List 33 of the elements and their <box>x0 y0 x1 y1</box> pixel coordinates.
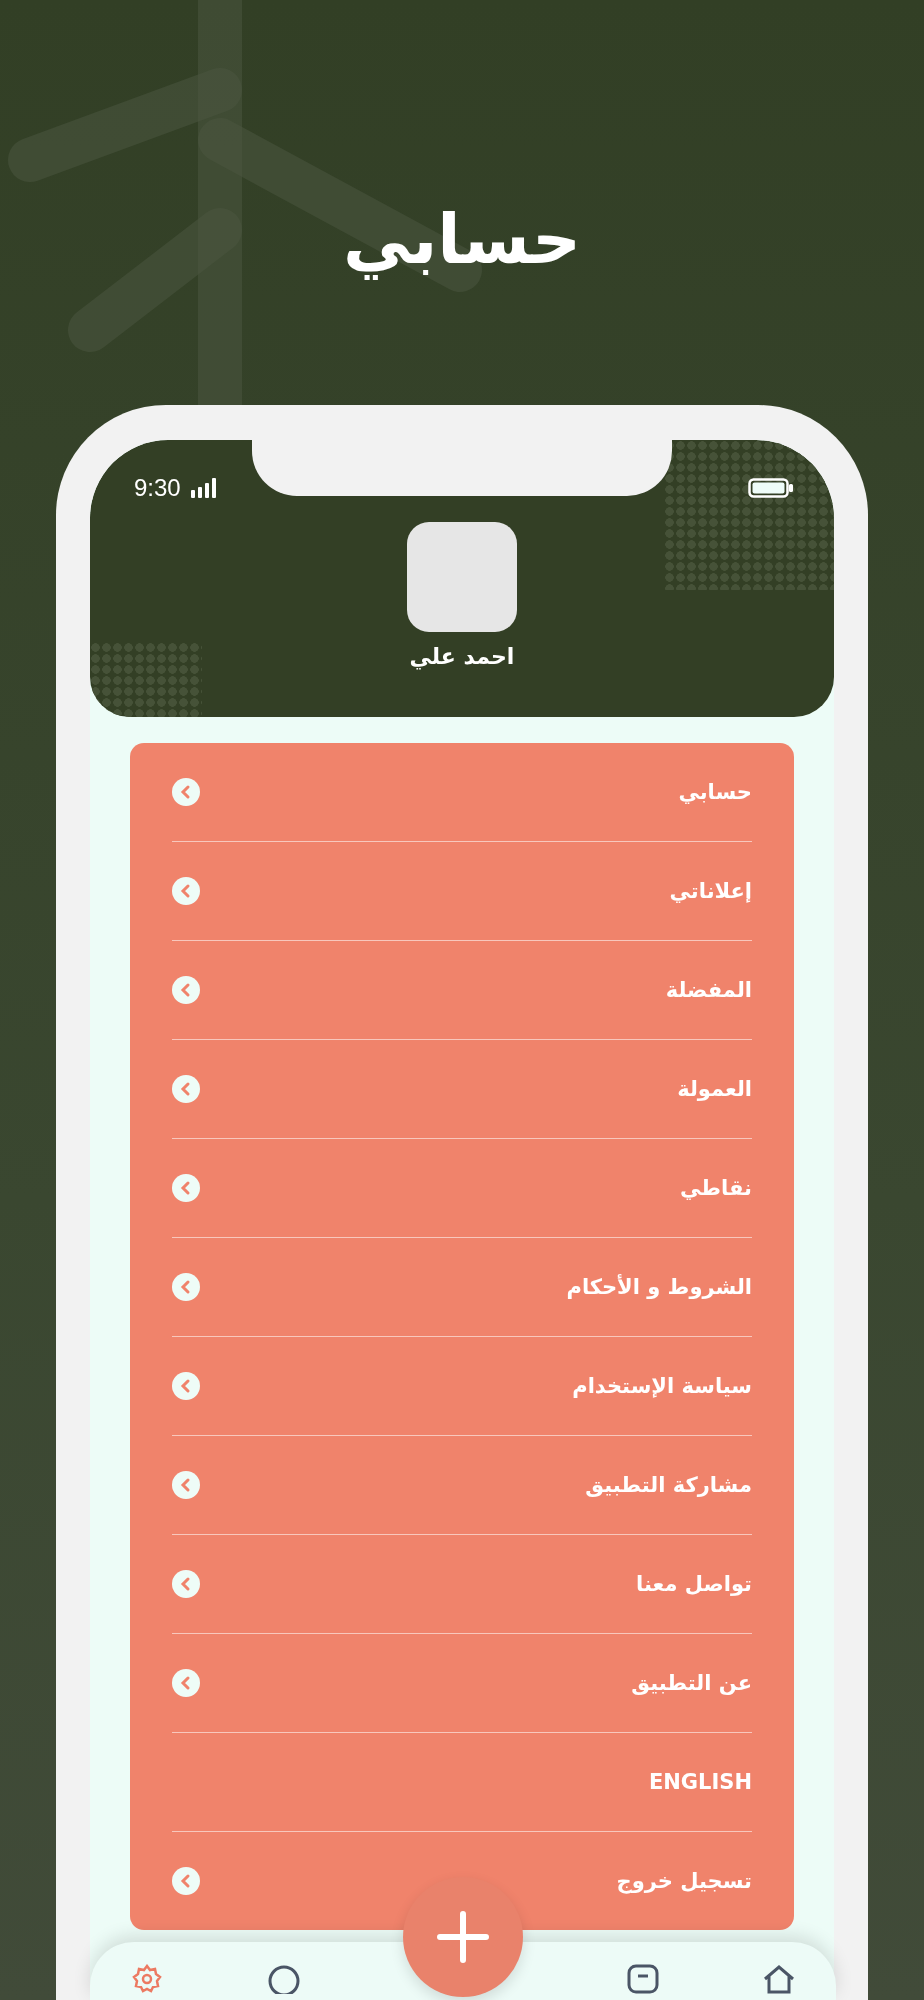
status-time: 9:30 <box>134 474 181 502</box>
battery-icon <box>748 478 794 498</box>
menu-item[interactable]: حسابي <box>678 780 752 804</box>
chevron-icon[interactable] <box>172 1372 200 1400</box>
chevron-icon[interactable] <box>172 1867 200 1895</box>
chevron-icon[interactable] <box>172 1174 200 1202</box>
menu-item[interactable]: تسجيل خروج <box>616 1869 752 1893</box>
chevron-icon[interactable] <box>172 877 200 905</box>
chevron-icon[interactable] <box>172 1273 200 1301</box>
home-icon <box>762 1964 796 1994</box>
menu-item[interactable]: نقاطي <box>680 1176 752 1200</box>
menu-item[interactable]: مشاركة التطبيق <box>585 1473 752 1497</box>
menu-item[interactable]: العمولة <box>677 1077 752 1101</box>
menu-item[interactable]: إعلاناتي <box>669 879 752 903</box>
menu-item[interactable]: ENGLISH <box>648 1770 752 1794</box>
profile-name: احمد علي <box>409 644 515 669</box>
menu-item[interactable]: الشروط و الأحكام <box>566 1275 752 1299</box>
signal-icon <box>190 478 217 498</box>
chevron-icon[interactable] <box>172 1570 200 1598</box>
chevron-icon[interactable] <box>172 1669 200 1697</box>
message-icon <box>626 1964 659 1994</box>
chevron-icon[interactable] <box>172 1075 200 1103</box>
menu-item[interactable]: سياسة الإستخدام <box>572 1374 752 1398</box>
plus-icon <box>437 1911 489 1963</box>
settings-icon <box>131 1964 163 1994</box>
menu-item[interactable]: تواصل معنا <box>636 1572 752 1596</box>
chevron-icon[interactable] <box>172 976 200 1004</box>
menu-item[interactable]: عن التطبيق <box>631 1671 752 1695</box>
page-title: حسابي <box>342 199 582 282</box>
chevron-icon[interactable] <box>172 1471 200 1499</box>
menu-item[interactable]: المفضلة <box>665 978 752 1002</box>
chat-icon <box>266 1964 301 1994</box>
chevron-icon[interactable] <box>172 778 200 806</box>
